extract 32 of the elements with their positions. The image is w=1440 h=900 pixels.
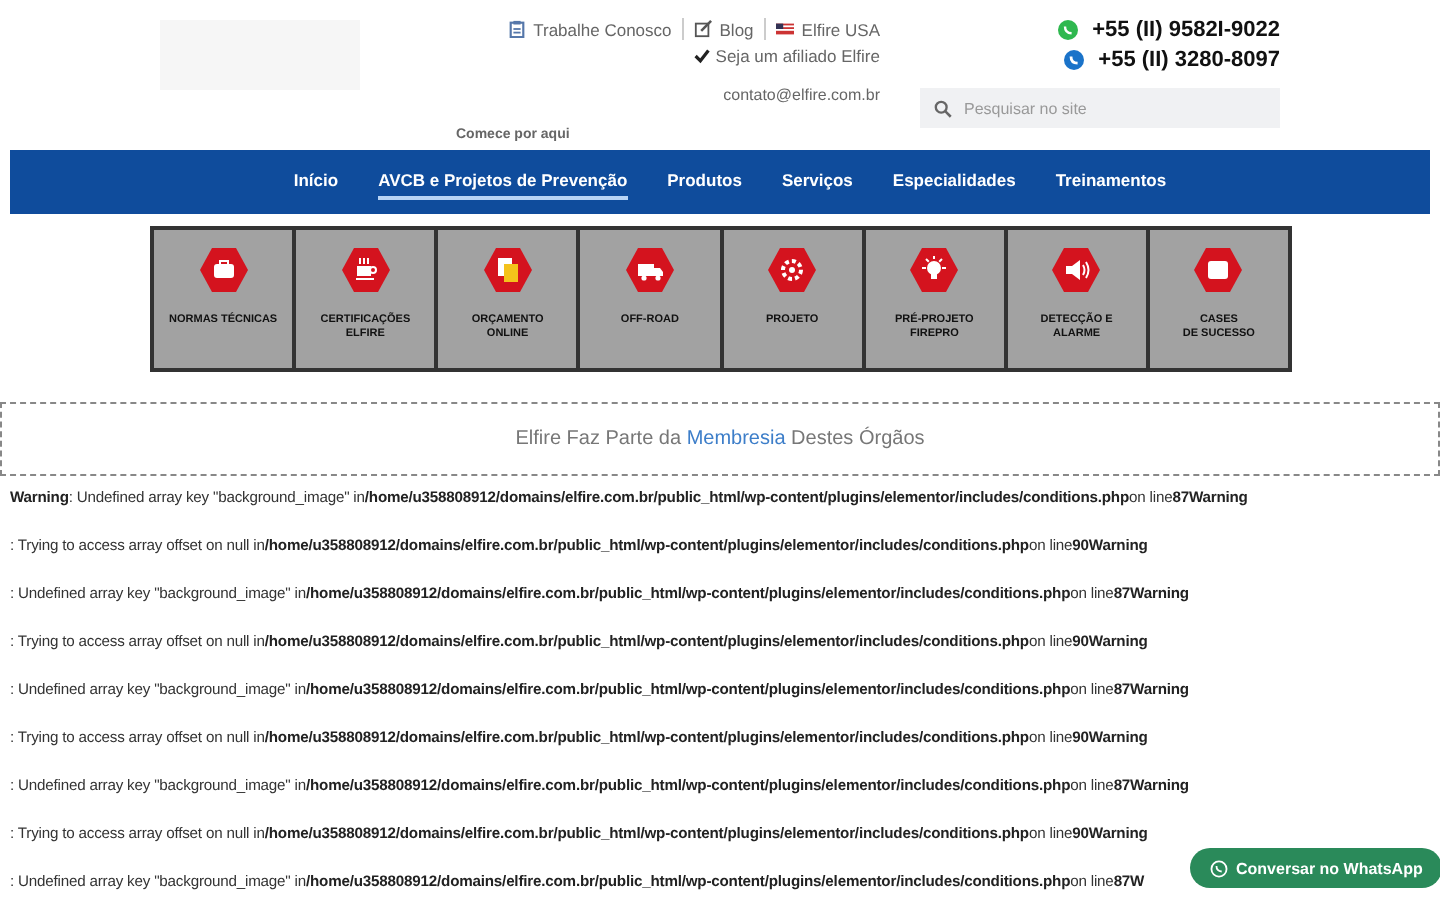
nav-link[interactable]: AVCB e Projetos de Prevenção	[378, 164, 628, 200]
lightbulb-icon	[910, 246, 959, 294]
top-link[interactable]: Elfire USA	[775, 19, 880, 39]
search-field[interactable]: Pesquisar no site	[920, 88, 1280, 128]
check-icon	[693, 48, 710, 64]
whatsapp-icon	[1210, 859, 1228, 877]
briefcase-icon	[199, 246, 248, 294]
cup-icon	[341, 246, 390, 294]
email-link[interactable]: contato@elfire.com.br	[723, 86, 880, 104]
membership-link[interactable]: Membresia	[686, 428, 786, 450]
top-link[interactable]: Trabalhe Conosco	[507, 19, 672, 39]
truck-icon	[625, 246, 674, 294]
document-icon	[483, 246, 532, 294]
nav-link[interactable]: Produtos	[667, 164, 742, 200]
edit-icon	[693, 20, 712, 38]
window-icon	[1194, 246, 1243, 294]
gear-icon	[768, 246, 817, 294]
whatsapp-icon	[1058, 20, 1079, 40]
whatsapp-chat-button[interactable]: Conversar no WhatsApp	[1190, 848, 1440, 888]
speaker-icon	[1052, 246, 1101, 294]
nav-link[interactable]: Início	[293, 164, 339, 200]
affiliate-link[interactable]: Seja um afiliado Elfire	[715, 46, 880, 66]
nav-link[interactable]: Especialidades	[892, 164, 1016, 200]
flag-icon	[775, 20, 794, 38]
membership-heading: Elfire Faz Parte da Membresia Destes Órgãos	[515, 428, 925, 450]
clipboard-icon	[507, 20, 526, 38]
top-link[interactable]: Blog	[693, 19, 754, 39]
nav-link[interactable]: Serviços	[781, 164, 853, 200]
phone-icon	[1064, 50, 1085, 70]
nav-link[interactable]: Treinamentos	[1055, 164, 1167, 200]
phone-number[interactable]: +55 (II) 3280-8097	[1098, 48, 1280, 72]
phone-number[interactable]: +55 (II) 9582I-9022	[1092, 18, 1280, 42]
